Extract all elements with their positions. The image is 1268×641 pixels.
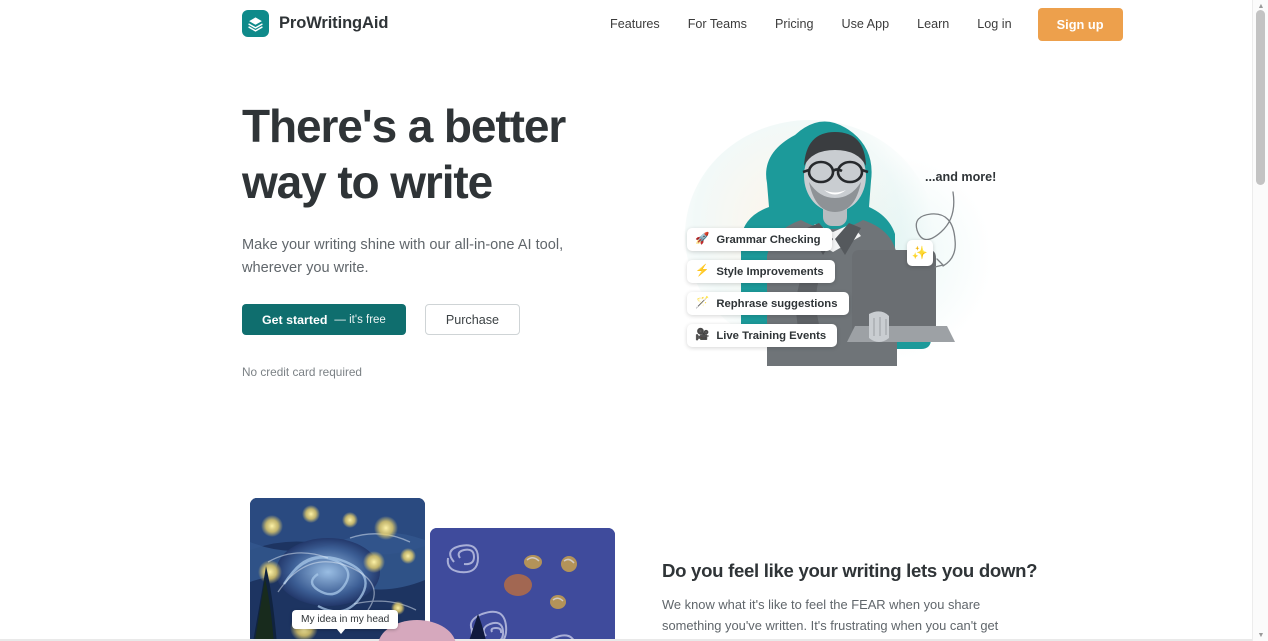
no-credit-card-note: No credit card required bbox=[242, 365, 362, 379]
feature-chip-label: Live Training Events bbox=[716, 329, 827, 342]
feature-chip-style-improvements[interactable]: ⚡ Style Improvements bbox=[687, 260, 835, 283]
nav-link-learn[interactable]: Learn bbox=[903, 11, 963, 37]
nav-link-use-app[interactable]: Use App bbox=[827, 11, 903, 37]
feature-chip-label: Style Improvements bbox=[716, 265, 824, 278]
child-drawing-panel bbox=[430, 528, 615, 641]
my-idea-label: My idea in my head bbox=[292, 610, 399, 634]
section-writing-lets-you-down: Do you feel like your writing lets you d… bbox=[662, 560, 1038, 641]
child-drawing-svg bbox=[430, 528, 615, 641]
get-started-button[interactable]: Get started — it's free bbox=[242, 304, 406, 335]
feature-chip-live-training-events[interactable]: 🎥 Live Training Events bbox=[687, 324, 838, 347]
get-started-free-suffix: — it's free bbox=[334, 313, 386, 326]
lightning-bolt-icon: ⚡ bbox=[695, 264, 710, 277]
site-header: ProWritingAid Features For Teams Pricing… bbox=[0, 0, 1252, 48]
feature-chip-label: Grammar Checking bbox=[716, 233, 821, 246]
section-title: Do you feel like your writing lets you d… bbox=[662, 560, 1038, 581]
feature-chip-rephrase-suggestions[interactable]: 🪄 Rephrase suggestions bbox=[687, 292, 849, 315]
feature-chip-list: 🚀 Grammar Checking ⚡ Style Improvements … bbox=[687, 228, 849, 347]
hero-illustration: 🚀 Grammar Checking ⚡ Style Improvements … bbox=[655, 100, 1015, 390]
video-camera-icon: 🎥 bbox=[695, 328, 710, 341]
and-more-annotation: ...and more! bbox=[925, 170, 997, 184]
purchase-button[interactable]: Purchase bbox=[424, 304, 521, 335]
nav-link-for-teams[interactable]: For Teams bbox=[674, 11, 761, 37]
hero-text-block: There's a better way to write Make your … bbox=[242, 98, 642, 280]
rocket-icon: 🚀 bbox=[695, 232, 710, 245]
hero-subtitle: Make your writing shine with our all-in-… bbox=[242, 237, 564, 277]
nav-link-pricing[interactable]: Pricing bbox=[761, 11, 828, 37]
stacked-books-icon bbox=[242, 10, 269, 37]
scroll-down-arrow-icon[interactable]: ▼ bbox=[1253, 629, 1268, 641]
nav-link-features[interactable]: Features bbox=[596, 11, 674, 37]
page-root: ProWritingAid Features For Teams Pricing… bbox=[0, 0, 1268, 641]
scrollbar-thumb[interactable] bbox=[1256, 10, 1265, 185]
main-navigation: Features For Teams Pricing Use App Learn… bbox=[596, 0, 1123, 48]
section-body: We know what it's like to feel the FEAR … bbox=[662, 597, 999, 641]
magic-wand-icon: 🪄 bbox=[695, 296, 710, 309]
sign-up-button[interactable]: Sign up bbox=[1037, 7, 1123, 41]
hero-title-line-2: way to write bbox=[242, 156, 493, 209]
feature-chip-label: Rephrase suggestions bbox=[716, 297, 838, 310]
hero-cta-group: Get started — it's free Purchase bbox=[242, 304, 521, 335]
nav-link-log-in[interactable]: Log in bbox=[963, 11, 1025, 37]
brand-logo-link[interactable]: ProWritingAid bbox=[242, 10, 388, 37]
page-title: There's a better way to write bbox=[242, 98, 642, 210]
page-scrollbar[interactable]: ▲ ▼ bbox=[1252, 0, 1268, 641]
get-started-label: Get started bbox=[262, 312, 328, 327]
hero-title-line-1: There's a better bbox=[242, 100, 566, 152]
feature-chip-grammar-checking[interactable]: 🚀 Grammar Checking bbox=[687, 228, 832, 251]
sparkles-icon: ✨ bbox=[907, 240, 933, 266]
brand-name: ProWritingAid bbox=[279, 14, 389, 32]
